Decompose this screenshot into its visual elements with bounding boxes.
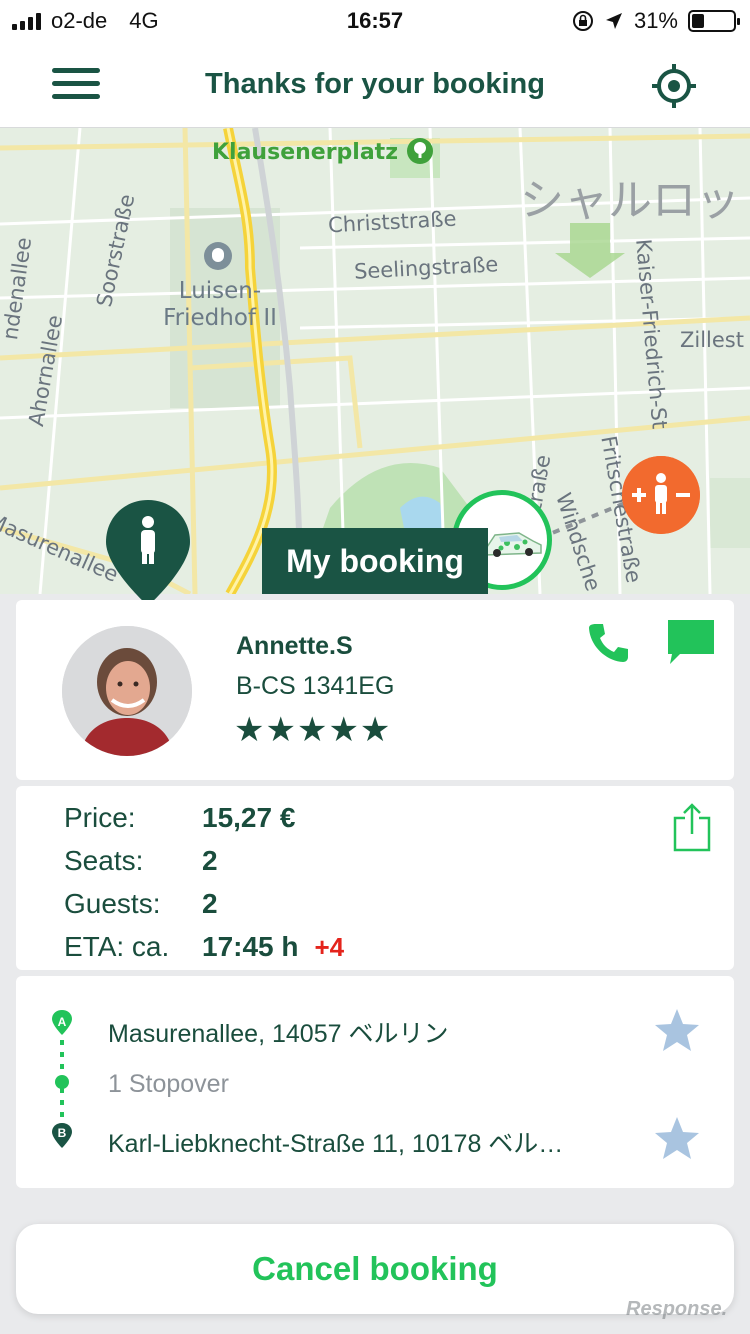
watermark: Response. bbox=[626, 1298, 728, 1320]
eta-label: ETA: ca. bbox=[64, 931, 170, 962]
route-timeline: A B bbox=[52, 1010, 72, 1148]
location-arrow-icon bbox=[605, 13, 622, 29]
map-label-luisen: Luisen- bbox=[178, 278, 262, 304]
route-card: A B Masurenallee, 14057 ベルリン 1 Stopover … bbox=[16, 976, 734, 1188]
stopover-text[interactable]: 1 Stopover bbox=[108, 1070, 229, 1099]
chat-driver-button[interactable] bbox=[666, 618, 716, 666]
call-driver-button[interactable] bbox=[586, 620, 630, 664]
seats-value: 2 bbox=[202, 845, 218, 876]
driver-name: Annette.S bbox=[236, 632, 353, 660]
end-marker-letter: B bbox=[58, 1126, 67, 1140]
end-address: Karl-Liebknecht-Straße 11, 10178 ベル… bbox=[108, 1130, 564, 1158]
guest-counter-marker[interactable] bbox=[622, 456, 700, 534]
status-bar: o2-de 4G 16:57 31% bbox=[0, 0, 750, 40]
battery-fill bbox=[692, 14, 705, 28]
locate-me-button[interactable] bbox=[650, 62, 698, 110]
start-marker-letter: A bbox=[58, 1015, 67, 1029]
my-booking-label[interactable]: My booking bbox=[262, 528, 488, 594]
driver-card: Annette.S B-CS 1341EG ★★★★★ bbox=[16, 600, 734, 780]
map-label-zillest: Zillest bbox=[680, 328, 744, 352]
seats-label: Seats: bbox=[64, 845, 144, 876]
map-label-japanese: シャルロッ bbox=[520, 175, 740, 226]
driver-rating-stars: ★★★★★ bbox=[234, 711, 392, 749]
favorite-start-star-icon[interactable] bbox=[652, 1006, 702, 1056]
eta-value-group: 17:45 h +4 bbox=[202, 931, 344, 963]
map-label-klausenerplatz: Klausenerplatz bbox=[212, 140, 399, 165]
map-label-luisen-friedhof: Luisen- Friedhof II bbox=[150, 278, 290, 332]
license-plate: B-CS 1341EG bbox=[236, 672, 395, 700]
rotation-lock-icon bbox=[572, 11, 593, 31]
pickup-pin-icon[interactable] bbox=[104, 498, 192, 608]
share-button[interactable] bbox=[672, 802, 712, 852]
driver-photo bbox=[62, 626, 192, 756]
driver-avatar bbox=[62, 626, 192, 756]
status-right: 31% bbox=[572, 8, 740, 34]
stopover-dot bbox=[55, 1075, 69, 1089]
map-label-friedhof: Friedhof II bbox=[163, 305, 277, 331]
price-value: 15,27 € bbox=[202, 802, 296, 833]
eta-value: 17:45 h bbox=[202, 931, 299, 962]
guests-label: Guests: bbox=[64, 888, 161, 919]
eta-delta: +4 bbox=[314, 932, 345, 962]
nav-bar: Thanks for your booking bbox=[0, 40, 750, 128]
start-address: Masurenallee, 14057 ベルリン bbox=[108, 1020, 449, 1048]
page-title: Thanks for your booking bbox=[205, 68, 545, 100]
guests-value: 2 bbox=[202, 888, 218, 919]
battery-icon bbox=[688, 10, 740, 32]
price-label: Price: bbox=[64, 802, 136, 833]
favorite-end-star-icon[interactable] bbox=[652, 1114, 702, 1164]
booking-info-card: Price: 15,27 € Seats: 2 Guests: 2 ETA: c… bbox=[16, 786, 734, 970]
battery-percent: 31% bbox=[633, 8, 678, 33]
